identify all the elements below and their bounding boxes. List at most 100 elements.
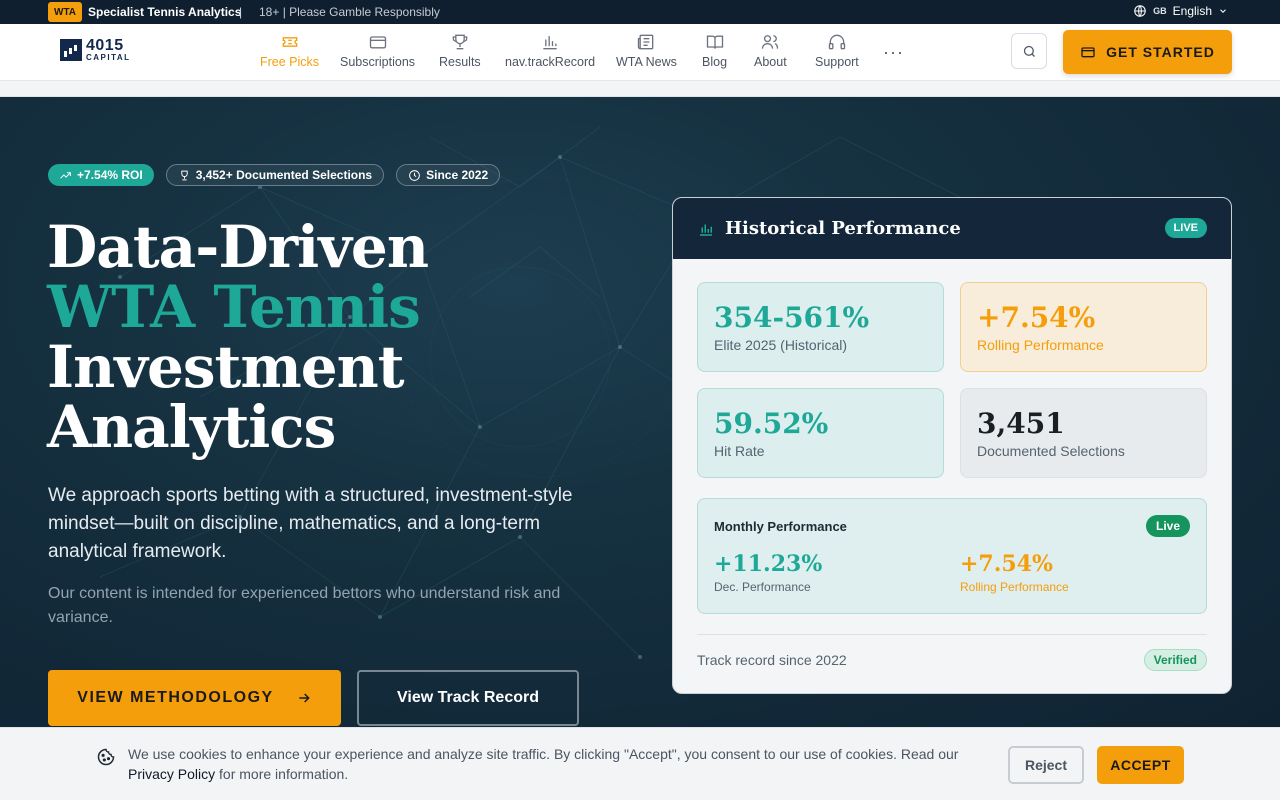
nav-label: Subscriptions — [340, 55, 416, 69]
top-bar: WTA Specialist Tennis Analytics | 18+ | … — [0, 0, 1280, 24]
language-code: GB — [1153, 6, 1167, 16]
cookie-icon — [97, 748, 115, 766]
logo-subtext: CAPITAL — [86, 53, 131, 62]
nav-label: Results — [439, 55, 481, 69]
search-button[interactable] — [1011, 33, 1047, 69]
main-nav: 4015 CAPITAL Free Picks Subscriptions Re… — [0, 24, 1280, 81]
view-methodology-button[interactable]: VIEW METHODOLOGY — [48, 670, 341, 726]
book-icon — [706, 35, 723, 49]
logo-mark — [60, 39, 82, 61]
cookie-text-end: for more information. — [215, 766, 349, 782]
nav-label: Support — [815, 55, 859, 69]
monthly-rolling: +7.54% Rolling Performance — [960, 551, 1069, 594]
more-menu-button[interactable]: ··· — [883, 42, 904, 63]
reject-button[interactable]: Reject — [1008, 746, 1084, 784]
nav-label: About — [754, 55, 787, 69]
globe-icon — [1134, 5, 1146, 17]
stat-value: +7.54% — [977, 301, 1096, 334]
nav-label: WTA News — [616, 55, 677, 69]
card-icon — [369, 36, 386, 49]
roi-badge: +7.54% ROI — [48, 164, 154, 186]
nav-label: Blog — [702, 55, 728, 69]
separator: | — [239, 5, 243, 19]
bar-chart-icon — [700, 224, 712, 236]
monthly-label: Dec. Performance — [714, 580, 811, 594]
nav-free-picks[interactable]: Free Picks — [260, 32, 319, 69]
language-label: English — [1172, 4, 1212, 18]
wta-badge: WTA — [48, 2, 83, 22]
since-badge: Since 2022 — [396, 164, 501, 186]
ticket-icon — [282, 37, 297, 47]
cookie-banner: We use cookies to enhance your experienc… — [0, 727, 1280, 800]
stat-hit-rate: 59.52% Hit Rate — [697, 388, 944, 478]
trophy-icon — [181, 170, 188, 180]
language-selector[interactable]: GB English — [1133, 4, 1228, 18]
hero-lead: We approach sports betting with a struct… — [48, 485, 573, 562]
nav-wta-news[interactable]: WTA News — [616, 32, 677, 69]
selections-badge: 3,452+ Documented Selections — [165, 164, 385, 186]
headline-line-1: Data-Driven — [47, 213, 429, 281]
gamble-notice: 18+ | Please Gamble Responsibly — [259, 5, 440, 19]
card-icon — [1081, 47, 1095, 58]
monthly-value: +11.23% — [714, 551, 823, 577]
get-started-label: GET STARTED — [1106, 44, 1215, 60]
nav-about[interactable]: About — [754, 32, 787, 69]
monthly-performance: Monthly Performance Live +11.23% Dec. Pe… — [697, 498, 1207, 614]
bar-chart-icon — [543, 36, 557, 50]
trending-up-icon — [60, 171, 71, 179]
monthly-value: +7.54% — [960, 551, 1053, 577]
view-methodology-label: VIEW METHODOLOGY — [77, 689, 274, 706]
privacy-policy-link[interactable]: Privacy Policy — [128, 766, 215, 782]
stat-label: Hit Rate — [714, 443, 765, 459]
search-icon — [1023, 45, 1035, 57]
hero-badges: +7.54% ROI 3,452+ Documented Selections … — [48, 164, 501, 186]
stat-label: Elite 2025 (Historical) — [714, 337, 848, 353]
nav-results[interactable]: Results — [439, 32, 481, 69]
card-header: Historical Performance LIVE — [673, 198, 1231, 259]
verified-badge: Verified — [1143, 649, 1207, 671]
cookie-message: We use cookies to enhance your experienc… — [128, 744, 988, 784]
nav-label: nav.trackRecord — [505, 55, 596, 69]
hero-section: +7.54% ROI 3,452+ Documented Selections … — [0, 97, 1280, 727]
get-started-button[interactable]: GET STARTED — [1063, 30, 1232, 74]
stat-value: 3,451 — [977, 407, 1065, 440]
stat-rolling: +7.54% Rolling Performance — [960, 282, 1207, 372]
headline-line-3: Investment — [47, 333, 405, 401]
stat-value: 59.52% — [714, 407, 829, 440]
brand-tagline: Specialist Tennis Analytics — [88, 5, 242, 19]
hero-disclaimer: Our content is intended for experienced … — [48, 585, 561, 626]
headphones-icon — [828, 34, 846, 50]
chevron-down-icon — [1220, 9, 1226, 13]
logo[interactable]: 4015 CAPITAL — [60, 38, 131, 62]
nav-blog[interactable]: Blog — [702, 32, 727, 69]
view-track-record-button[interactable]: View Track Record — [357, 670, 579, 726]
clock-icon — [409, 169, 420, 181]
nav-label: Free Picks — [260, 55, 320, 69]
monthly-live-badge: Live — [1145, 515, 1190, 537]
card-footer: Track record since 2022 Verified — [697, 634, 1207, 671]
historical-performance-card: Historical Performance LIVE 354-561% Eli… — [672, 197, 1232, 694]
stat-value: 354-561% — [714, 301, 870, 334]
stat-selections: 3,451 Documented Selections — [960, 388, 1207, 478]
monthly-dec: +11.23% Dec. Performance — [714, 551, 822, 594]
stat-label: Rolling Performance — [977, 337, 1104, 353]
nav-subscriptions[interactable]: Subscriptions — [340, 32, 415, 69]
users-icon — [762, 35, 779, 49]
live-badge: LIVE — [1164, 218, 1207, 238]
card-title: Historical Performance — [725, 218, 961, 239]
track-record-since: Track record since 2022 — [697, 652, 847, 668]
newspaper-icon — [638, 34, 654, 50]
accept-button[interactable]: ACCEPT — [1097, 746, 1184, 784]
nav-divider — [0, 81, 1280, 97]
since-badge-label: Since 2022 — [426, 168, 489, 182]
stat-elite: 354-561% Elite 2025 (Historical) — [697, 282, 944, 372]
stat-label: Documented Selections — [977, 443, 1125, 459]
headline-line-4: Analytics — [47, 393, 336, 461]
nav-track-record[interactable]: nav.trackRecord — [505, 32, 595, 69]
nav-support[interactable]: Support — [815, 32, 859, 69]
headline-line-2: WTA Tennis — [47, 273, 421, 341]
hero-headline: Data-Driven WTA Tennis Investment Analyt… — [47, 213, 429, 461]
monthly-title: Monthly Performance — [714, 519, 847, 534]
logo-text: 4015 — [86, 37, 124, 54]
monthly-label: Rolling Performance — [960, 580, 1069, 594]
